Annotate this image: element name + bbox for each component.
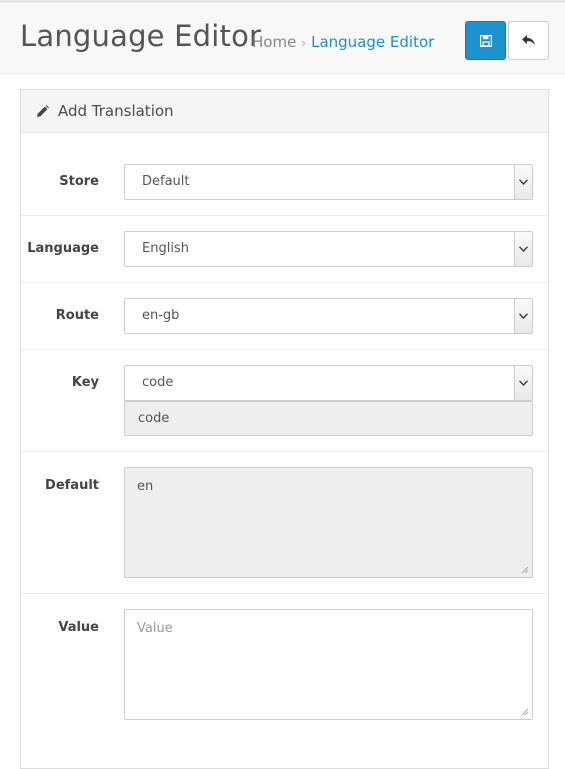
- route-select-value: en-gb: [142, 308, 180, 323]
- language-select-value: English: [142, 241, 189, 256]
- pencil-icon: [37, 104, 49, 117]
- key-label: Key: [71, 375, 99, 390]
- key-suggestion-field: code: [124, 401, 533, 436]
- chevron-down-icon: [519, 179, 528, 185]
- language-select-arrow[interactable]: [514, 232, 532, 266]
- store-row: Store Default: [21, 134, 548, 216]
- language-select[interactable]: English: [124, 231, 533, 267]
- store-label: Store: [59, 174, 99, 189]
- default-row: Default en: [21, 452, 548, 594]
- page-header: Language Editor Home › Language Editor: [0, 3, 565, 74]
- route-row: Route en-gb: [21, 283, 548, 350]
- chevron-down-icon: [519, 246, 528, 252]
- value-placeholder: Value: [137, 621, 173, 636]
- store-select[interactable]: Default: [124, 164, 533, 200]
- back-button[interactable]: [508, 21, 549, 60]
- panel-heading: Add Translation: [21, 90, 548, 133]
- chevron-down-icon: [519, 313, 528, 319]
- save-button[interactable]: [465, 21, 506, 60]
- language-label: Language: [27, 241, 99, 256]
- key-select-arrow[interactable]: [514, 366, 532, 400]
- chevron-down-icon: [519, 380, 528, 386]
- breadcrumb: Home › Language Editor: [252, 33, 434, 51]
- language-row: Language English: [21, 216, 548, 283]
- default-textarea: en: [124, 467, 533, 578]
- page-title: Language Editor: [20, 19, 262, 53]
- default-value: en: [137, 479, 154, 494]
- store-select-arrow[interactable]: [514, 165, 532, 199]
- value-label: Value: [58, 620, 99, 635]
- route-select[interactable]: en-gb: [124, 298, 533, 334]
- breadcrumb-home-link[interactable]: Home: [252, 33, 296, 51]
- breadcrumb-separator: ›: [301, 36, 307, 50]
- key-row: Key code code: [21, 350, 548, 452]
- route-label: Route: [55, 308, 99, 323]
- floppy-disk-icon: [479, 34, 492, 47]
- key-suggestion-value: code: [138, 411, 170, 426]
- resize-grip-icon: [521, 566, 529, 574]
- value-row: Value Value: [21, 594, 548, 744]
- reply-arrow-icon: [522, 35, 535, 46]
- store-select-value: Default: [142, 174, 190, 189]
- key-select[interactable]: code: [124, 365, 533, 401]
- add-translation-panel: Add Translation Store Default Language E…: [20, 89, 549, 769]
- panel-title: Add Translation: [58, 102, 174, 120]
- value-textarea[interactable]: Value: [124, 609, 533, 720]
- default-label: Default: [45, 478, 99, 493]
- breadcrumb-language-editor-link[interactable]: Language Editor: [311, 33, 434, 51]
- route-select-arrow[interactable]: [514, 299, 532, 333]
- resize-grip-icon[interactable]: [521, 708, 529, 716]
- key-select-value: code: [142, 375, 174, 390]
